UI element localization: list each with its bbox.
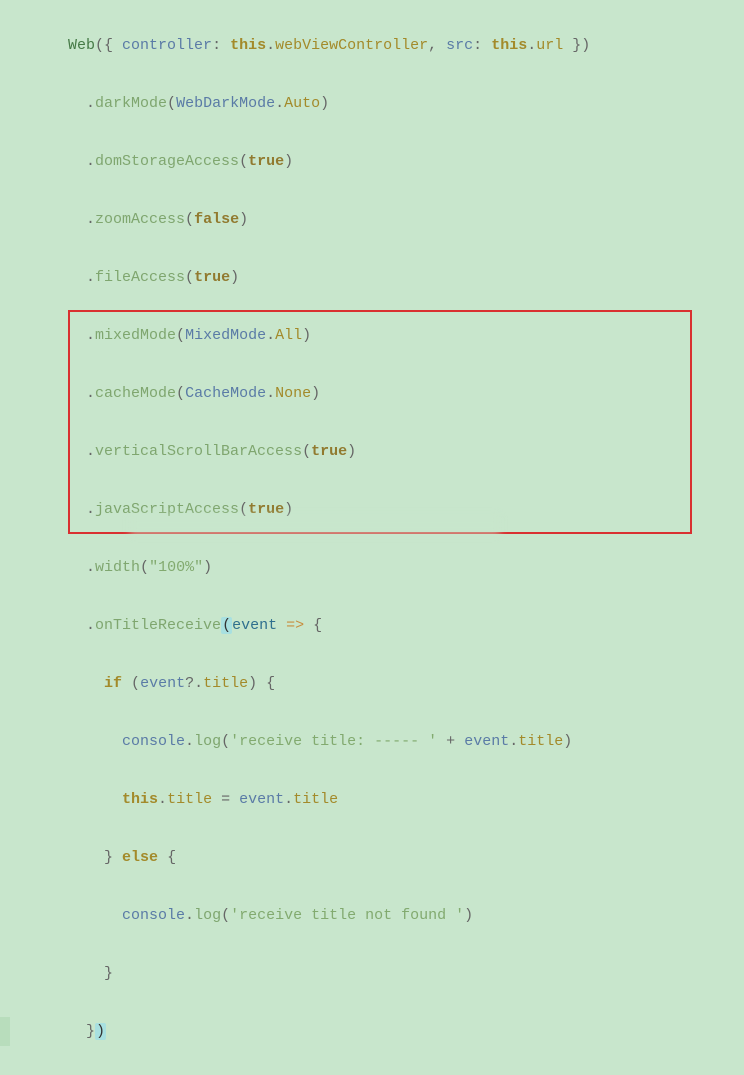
token-bool: true bbox=[194, 269, 230, 286]
token-string: "100%" bbox=[149, 559, 203, 576]
token-prop: All bbox=[275, 327, 302, 344]
gutter-highlight bbox=[0, 1017, 10, 1046]
token-key: controller bbox=[122, 37, 212, 54]
token-op: + bbox=[446, 733, 455, 750]
token-prop: title bbox=[518, 733, 563, 750]
token-method: width bbox=[95, 559, 140, 576]
token-ident: event bbox=[464, 733, 509, 750]
token-method: onTitleReceive bbox=[95, 617, 221, 634]
token-type: MixedMode bbox=[185, 327, 266, 344]
token-param: event bbox=[232, 617, 277, 634]
token-arrow: => bbox=[286, 617, 304, 634]
token-key: src bbox=[446, 37, 473, 54]
token-bool: false bbox=[194, 211, 239, 228]
token-prop: title bbox=[293, 791, 338, 808]
token-method: darkMode bbox=[95, 95, 167, 112]
token-ident: event bbox=[239, 791, 284, 808]
token-this: this bbox=[122, 791, 158, 808]
token-type: CacheMode bbox=[185, 385, 266, 402]
token-string: 'receive title: ----- ' bbox=[230, 733, 437, 750]
token-this: this bbox=[230, 37, 266, 54]
token-ident: console bbox=[122, 907, 185, 924]
token-prop: title bbox=[203, 675, 248, 692]
token-method: zoomAccess bbox=[95, 211, 185, 228]
token-prop: title bbox=[167, 791, 212, 808]
token-keyword: if bbox=[104, 675, 122, 692]
token-method: log bbox=[194, 733, 221, 750]
token-keyword: else bbox=[122, 849, 158, 866]
blur-region bbox=[130, 515, 500, 535]
matched-paren: ( bbox=[221, 617, 232, 634]
token-prop: webViewController bbox=[275, 37, 428, 54]
token-ident: event bbox=[140, 675, 185, 692]
code-editor[interactable]: Web({ controller: this.webViewController… bbox=[0, 2, 744, 1075]
token-bool: true bbox=[311, 443, 347, 460]
token-method: log bbox=[194, 907, 221, 924]
token-method: mixedMode bbox=[95, 327, 176, 344]
token-op: = bbox=[221, 791, 230, 808]
token-bool: true bbox=[248, 153, 284, 170]
token-prop: url bbox=[536, 37, 563, 54]
token-string: 'receive title not found ' bbox=[230, 907, 464, 924]
token-type: WebDarkMode bbox=[176, 95, 275, 112]
token-prop: None bbox=[275, 385, 311, 402]
matched-paren: ) bbox=[95, 1023, 106, 1040]
token-this: this bbox=[491, 37, 527, 54]
token-method: cacheMode bbox=[95, 385, 176, 402]
token-web: Web bbox=[68, 37, 95, 54]
token-method: domStorageAccess bbox=[95, 153, 239, 170]
token-method: verticalScrollBarAccess bbox=[95, 443, 302, 460]
token-method: fileAccess bbox=[95, 269, 185, 286]
token-ident: console bbox=[122, 733, 185, 750]
token-prop: Auto bbox=[284, 95, 320, 112]
